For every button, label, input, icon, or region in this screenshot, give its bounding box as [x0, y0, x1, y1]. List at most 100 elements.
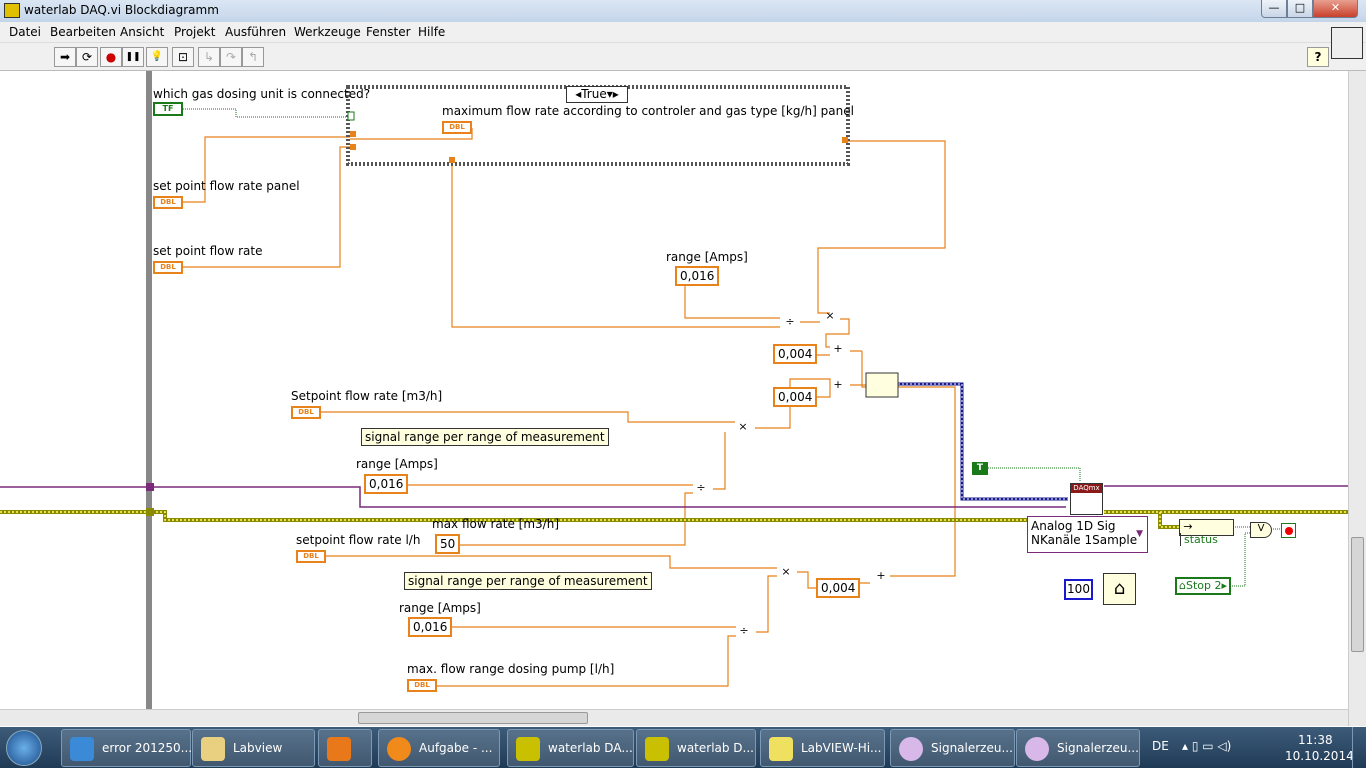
add-node: +	[833, 378, 843, 391]
comment-note: signal range per range of measurement	[361, 428, 609, 446]
show-desktop-button[interactable]	[1352, 727, 1366, 768]
task-labview-help[interactable]: LabVIEW-Hi...	[760, 729, 885, 767]
menu-ausfuehren[interactable]: Ausführen	[225, 25, 286, 39]
range-3-constant[interactable]: 0,016	[408, 617, 453, 637]
step-out-button[interactable]: ↰	[242, 47, 264, 67]
step-over-button[interactable]: ↷	[220, 47, 242, 67]
maximize-button[interactable]: □	[1287, 0, 1313, 18]
build-array	[865, 372, 899, 398]
pause-button[interactable]: ❚❚	[122, 47, 144, 67]
scroll-thumb[interactable]	[1351, 537, 1364, 652]
wire	[320, 411, 735, 423]
daqmx-polymorphic-selector[interactable]: Analog 1D Sig NKanäle 1Sample ▼	[1027, 516, 1148, 553]
block-diagram[interactable]: ◂True▾▸ which gas dosing unit is connect…	[0, 71, 1348, 709]
offset-2-constant[interactable]: 0,004	[773, 387, 818, 407]
multiply-node: ×	[825, 309, 835, 322]
task-labview-folder[interactable]: Labview	[192, 729, 315, 767]
gas-unit-boolean-control[interactable]: TF	[153, 102, 183, 116]
sp-m3h-control[interactable]: DBL	[291, 406, 321, 419]
stop-2-control[interactable]: ⌂Stop 2▸	[1175, 577, 1231, 595]
clock-date[interactable]: 10.10.2014	[1285, 749, 1354, 763]
language-indicator[interactable]: DE	[1152, 739, 1169, 753]
wire	[898, 382, 1068, 501]
range-2-constant[interactable]: 0,016	[364, 474, 409, 494]
wait-ms-constant[interactable]: 100	[1064, 579, 1093, 600]
max-m3h-constant[interactable]: 50	[435, 534, 461, 554]
menu-datei[interactable]: Datei	[9, 25, 41, 39]
sp-control[interactable]: DBL	[153, 261, 183, 274]
label-max-flow: maximum flow rate according to controler…	[442, 104, 854, 118]
shift-register	[146, 508, 154, 516]
range-1-constant[interactable]: 0,016	[675, 266, 720, 286]
label-max-pump: max. flow range dosing pump [l/h]	[407, 662, 615, 676]
wire	[0, 485, 1348, 508]
wire	[183, 108, 350, 118]
task-signalerzeugung-1[interactable]: Signalerzeu...	[890, 729, 1015, 767]
toolbar: ➡ ⟳ ● ❚❚ 💡 ⊡ ↳ ↷ ↰ ?	[0, 27, 1366, 71]
task-ie[interactable]: error 201250...	[61, 729, 192, 767]
case-selector[interactable]: ◂True▾▸	[566, 86, 628, 103]
menu-bearbeiten[interactable]: Bearbeiten	[50, 25, 116, 39]
max-pump-control[interactable]: DBL	[407, 679, 437, 692]
task-aufgabe[interactable]: Aufgabe - ...	[378, 729, 500, 767]
window-title: waterlab DAQ.vi Blockdiagramm	[24, 3, 219, 17]
start-button[interactable]	[6, 730, 42, 766]
retain-wire-values-button[interactable]: ⊡	[172, 47, 194, 67]
context-help-button[interactable]: ?	[1307, 47, 1329, 67]
label-range-1: range [Amps]	[666, 250, 748, 264]
daqmx-badge: DAQmx	[1071, 484, 1102, 493]
task-media-player[interactable]	[318, 729, 372, 767]
offset-1-constant[interactable]: 0,004	[773, 344, 818, 364]
task-signalerzeugung-2[interactable]: Signalerzeu...	[1016, 729, 1140, 767]
clock-time[interactable]: 11:38	[1298, 733, 1333, 747]
task-waterlab-1[interactable]: waterlab DA...	[507, 729, 634, 767]
menu-projekt[interactable]: Projekt	[174, 25, 215, 39]
vi-icon	[1331, 27, 1363, 59]
close-button[interactable]: ✕	[1313, 0, 1358, 18]
highlight-execution-button[interactable]: 💡	[146, 47, 168, 67]
max-flow-indicator[interactable]: DBL	[442, 121, 472, 134]
daqmx-write-node[interactable]: DAQmx	[1070, 483, 1103, 515]
task-waterlab-2[interactable]: waterlab D...	[636, 729, 756, 767]
wire	[898, 383, 1068, 500]
divide-node: ÷	[739, 624, 749, 637]
sp-panel-control[interactable]: DBL	[153, 196, 183, 209]
menu-werkzeuge[interactable]: Werkzeuge	[294, 25, 361, 39]
label-gas-unit: which gas dosing unit is connected?	[153, 87, 371, 101]
true-constant[interactable]: T	[972, 462, 988, 475]
sp-lh-control[interactable]: DBL	[296, 550, 326, 563]
vertical-scrollbar[interactable]	[1348, 71, 1366, 726]
run-button[interactable]: ➡	[54, 47, 76, 67]
menu-fenster[interactable]: Fenster	[366, 25, 411, 39]
label-sp-panel: set point flow rate panel	[153, 179, 300, 193]
stop-condition-icon[interactable]	[1281, 523, 1296, 538]
add-node: +	[876, 569, 886, 582]
label-sp-lh: setpoint flow rate l/h	[296, 533, 421, 547]
comment-note: signal range per range of measurement	[404, 572, 652, 590]
run-continuously-button[interactable]: ⟳	[76, 47, 98, 67]
minimize-button[interactable]: —	[1261, 0, 1287, 18]
shift-register	[146, 483, 154, 491]
divide-node: ÷	[785, 315, 795, 328]
metronome-wait-icon: ⌂	[1103, 573, 1136, 605]
step-into-button[interactable]: ↳	[198, 47, 220, 67]
menu-ansicht[interactable]: Ansicht	[120, 25, 164, 39]
label-max-m3h: max flow rate [m3/h]	[432, 517, 560, 531]
label-sp: set point flow rate	[153, 244, 263, 258]
wire	[756, 575, 777, 633]
taskbar: error 201250... Labview Aufgabe - ... wa…	[0, 727, 1366, 768]
tray-icons[interactable]: ▴ ▯ ▭ ◁)	[1182, 739, 1231, 753]
label-range-3: range [Amps]	[399, 601, 481, 615]
wires	[0, 71, 1348, 709]
scroll-thumb[interactable]	[358, 712, 588, 724]
label-range-2: range [Amps]	[356, 457, 438, 471]
offset-3-constant[interactable]: 0,004	[816, 578, 861, 598]
title-bar: waterlab DAQ.vi Blockdiagramm — □ ✕	[0, 0, 1366, 22]
add-node: +	[833, 342, 843, 355]
abort-button[interactable]: ●	[100, 47, 122, 67]
wire	[451, 161, 780, 328]
unbundle-status: →status	[1179, 519, 1234, 546]
horizontal-scrollbar[interactable]	[0, 709, 1348, 726]
wire	[988, 467, 1081, 481]
menu-hilfe[interactable]: Hilfe	[418, 25, 445, 39]
